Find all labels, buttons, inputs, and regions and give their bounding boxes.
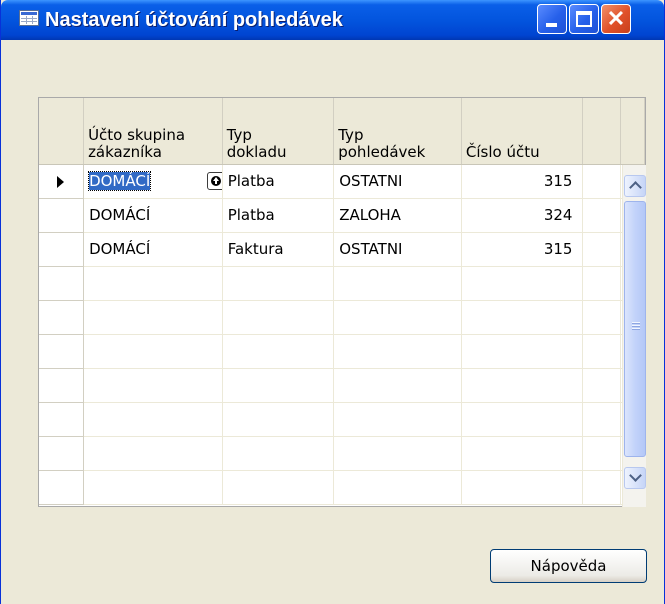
row-selector[interactable]: [39, 232, 85, 267]
posting-setup-window: Nastavení účtování pohledávek ✕ Účto sku…: [0, 0, 665, 604]
window-title: Nastavení účtování pohledávek: [45, 9, 343, 31]
cell-document-type[interactable]: Platba: [222, 198, 335, 233]
cell-receivable-type[interactable]: OSTATNI: [333, 164, 462, 199]
empty-row[interactable]: [39, 368, 645, 403]
cell-customer-group[interactable]: DOMÁCÍ: [83, 198, 223, 233]
row-selector[interactable]: [39, 334, 85, 369]
row-selector[interactable]: [39, 470, 85, 505]
close-button[interactable]: ✕: [601, 4, 631, 34]
table-row[interactable]: DOMÁCÍ Platba OSTATNI 315: [39, 164, 645, 199]
column-header-document-type[interactable]: Typ dokladu: [222, 98, 335, 165]
row-selector[interactable]: [39, 436, 85, 471]
title-bar[interactable]: Nastavení účtování pohledávek ✕: [1, 0, 664, 40]
selected-cell-text: DOMÁCÍ: [88, 170, 152, 191]
lookup-button[interactable]: [207, 171, 222, 190]
maximize-icon: [576, 11, 592, 27]
cell-account-no[interactable]: 315: [461, 232, 584, 267]
cell-receivable-type[interactable]: ZALOHA: [333, 198, 462, 233]
empty-row[interactable]: [39, 436, 645, 471]
row-selector[interactable]: [39, 300, 85, 335]
cell-customer-group[interactable]: DOMÁCÍ: [83, 164, 223, 199]
cell-blank: [582, 164, 622, 199]
cell-blank: [582, 198, 622, 233]
table-row[interactable]: DOMÁCÍ Faktura OSTATNI 315: [39, 232, 645, 267]
minimize-button[interactable]: [537, 4, 567, 34]
scrollbar-thumb[interactable]: [624, 201, 646, 457]
empty-row[interactable]: [39, 334, 645, 369]
cell-document-type[interactable]: Platba: [222, 164, 335, 199]
chevron-up-icon: [629, 181, 642, 194]
column-header-scroll: [620, 98, 645, 165]
row-selector[interactable]: [39, 266, 85, 301]
column-header-blank: [582, 98, 622, 165]
cell-account-no[interactable]: 324: [461, 198, 584, 233]
row-selector[interactable]: [39, 198, 85, 233]
row-selector-header: [39, 98, 85, 165]
empty-row[interactable]: [39, 300, 645, 335]
cell-document-type[interactable]: Faktura: [222, 232, 335, 267]
current-row-pointer-icon: [57, 175, 64, 188]
grip-icon: [632, 322, 640, 331]
maximize-button[interactable]: [569, 4, 599, 34]
column-header-customer-group[interactable]: Účto skupina zákazníka: [83, 98, 223, 165]
empty-row[interactable]: [39, 266, 645, 301]
row-selector[interactable]: [39, 164, 85, 199]
help-button[interactable]: Nápověda: [490, 549, 647, 583]
scroll-up-button[interactable]: [624, 175, 646, 197]
scroll-down-button[interactable]: [624, 467, 646, 489]
column-header-account-no[interactable]: Číslo účtu: [461, 98, 584, 165]
empty-row[interactable]: [39, 402, 645, 437]
row-selector[interactable]: [39, 402, 85, 437]
minimize-icon: [546, 23, 557, 27]
table-icon: [19, 10, 39, 26]
empty-row[interactable]: [39, 470, 645, 505]
vertical-scrollbar[interactable]: [622, 165, 646, 507]
cell-customer-group[interactable]: DOMÁCÍ: [83, 232, 223, 267]
posting-setup-grid[interactable]: Účto skupina zákazníka Typ dokladu Typ p…: [38, 97, 646, 507]
lookup-arrow-icon: [211, 175, 222, 186]
cell-blank: [582, 232, 622, 267]
column-header-receivable-type[interactable]: Typ pohledávek: [333, 98, 462, 165]
cell-receivable-type[interactable]: OSTATNI: [333, 232, 462, 267]
table-row[interactable]: DOMÁCÍ Platba ZALOHA 324: [39, 198, 645, 233]
row-selector[interactable]: [39, 368, 85, 403]
cell-account-no[interactable]: 315: [461, 164, 584, 199]
chevron-down-icon: [629, 469, 642, 482]
close-icon: ✕: [606, 6, 626, 31]
